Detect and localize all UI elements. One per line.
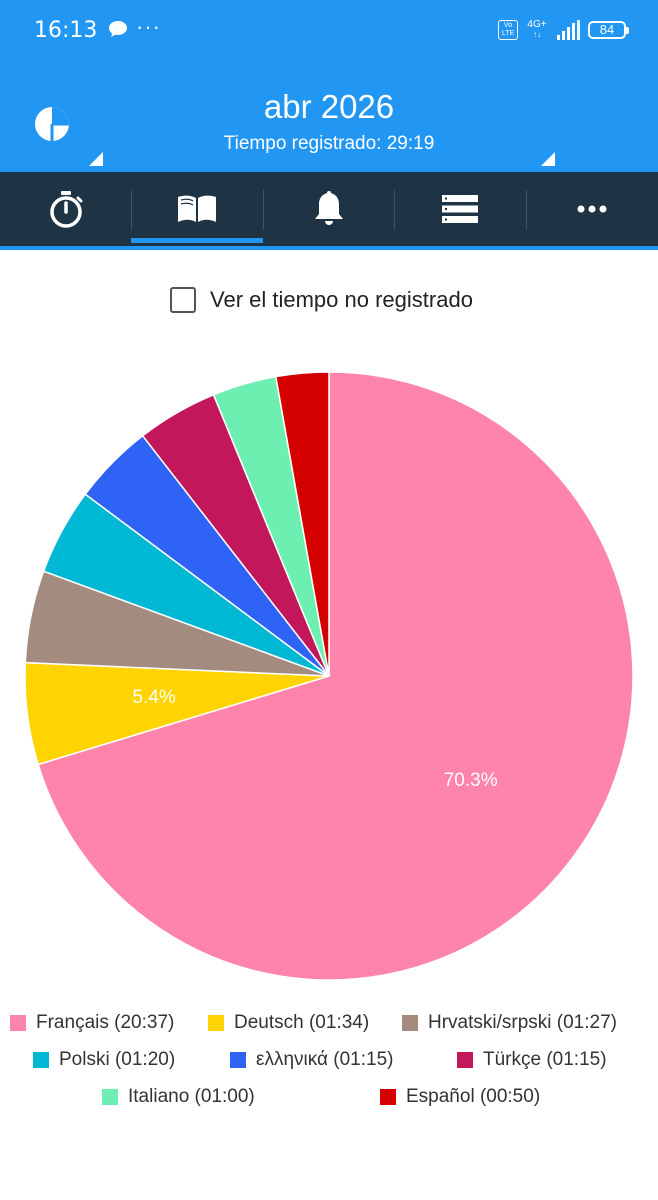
legend-swatch	[380, 1089, 396, 1105]
legend-swatch	[230, 1052, 246, 1068]
legend-item[interactable]: Hrvatski/srpski (01:27)	[402, 1012, 617, 1034]
legend-item[interactable]: ελληνικά (01:15)	[230, 1049, 394, 1071]
page-title[interactable]: abr 2026	[0, 88, 658, 126]
status-right: Vo LTE 4G+ ↑↓ 84	[498, 18, 629, 42]
legend-swatch	[102, 1089, 118, 1105]
legend-item[interactable]: Deutsch (01:34)	[208, 1012, 369, 1034]
legend-item[interactable]: Türkçe (01:15)	[457, 1049, 607, 1071]
pie-data-label-1: 5.4%	[132, 687, 175, 708]
legend-item[interactable]: Español (00:50)	[380, 1086, 540, 1108]
book-icon	[178, 195, 216, 222]
volte-icon: Vo LTE	[498, 20, 518, 40]
network-label: 4G+	[527, 19, 547, 30]
legend-item[interactable]: Polski (01:20)	[33, 1049, 175, 1071]
legend-label: Italiano (01:00)	[128, 1086, 255, 1107]
legend-swatch	[33, 1052, 49, 1068]
tab-list[interactable]	[394, 172, 526, 246]
app-bar: abr 2026 Tiempo registrado: 29:19	[0, 66, 658, 172]
tab-bar-underline	[0, 246, 658, 250]
active-tab-indicator	[131, 238, 263, 243]
legend-swatch	[208, 1015, 224, 1031]
show-untracked-label: Ver el tiempo no registrado	[210, 287, 473, 312]
dropdown-corner-left-icon	[89, 152, 103, 166]
legend-swatch	[10, 1015, 26, 1031]
bell-icon	[314, 191, 343, 225]
legend-swatch	[402, 1015, 418, 1031]
tab-journal[interactable]	[131, 172, 263, 246]
tab-timer[interactable]	[0, 172, 131, 246]
legend-label: Français (20:37)	[36, 1012, 175, 1033]
pie-data-label-0: 70.3%	[444, 770, 498, 791]
legend-swatch	[457, 1052, 473, 1068]
chart-legend: Français (20:37) Deutsch (01:34) Hrvatski/…	[0, 1008, 658, 1118]
legend-label: Deutsch (01:34)	[234, 1012, 370, 1033]
tab-bar	[0, 172, 658, 250]
more-dots-icon: ···	[136, 14, 161, 39]
more-icon	[577, 205, 607, 213]
show-untracked-checkbox[interactable]	[170, 287, 196, 313]
legend-label: Türkçe (01:15)	[483, 1049, 607, 1070]
battery-icon: 84	[588, 21, 629, 39]
legend-label: Español (00:50)	[406, 1086, 541, 1107]
chat-bubble-icon	[108, 20, 128, 43]
legend-item[interactable]: Français (20:37)	[10, 1012, 174, 1034]
list-icon	[442, 195, 478, 223]
dropdown-corner-right-icon	[541, 152, 555, 166]
network-icon: 4G+ ↑↓	[527, 19, 547, 40]
signal-icon	[557, 20, 580, 40]
legend-item[interactable]: Italiano (01:00)	[102, 1086, 255, 1108]
status-time: 16:13	[34, 18, 98, 43]
tab-more[interactable]	[526, 172, 658, 246]
legend-label: Hrvatski/srpski (01:27)	[428, 1012, 617, 1033]
tab-reminders[interactable]	[263, 172, 394, 246]
show-untracked-toggle[interactable]: Ver el tiempo no registrado	[170, 287, 473, 313]
legend-label: ελληνικά (01:15)	[256, 1049, 394, 1070]
stopwatch-icon	[49, 191, 82, 228]
time-pie-chart[interactable]: 70.3% 5.4%	[0, 340, 658, 1000]
status-bar: 16:13 ··· Vo LTE 4G+ ↑↓ 84	[0, 0, 658, 66]
legend-label: Polski (01:20)	[59, 1049, 176, 1070]
